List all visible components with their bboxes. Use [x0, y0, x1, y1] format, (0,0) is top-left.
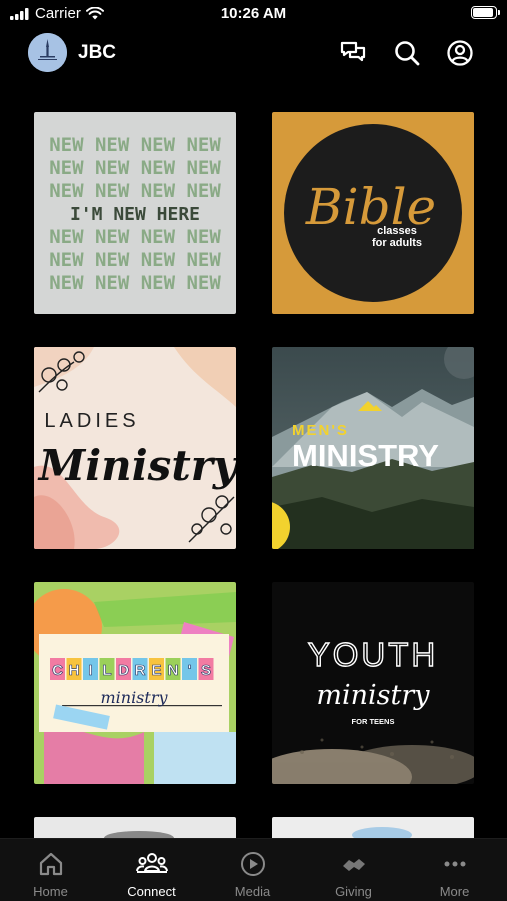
play-icon: [240, 852, 265, 876]
tab-bar: Home Connect Media Giving More: [0, 838, 507, 901]
bible-sub-line-1: classes: [377, 225, 417, 237]
tile-bible-classes[interactable]: Bible classes for adults: [272, 112, 474, 314]
mens-line-2: MINISTRY: [292, 438, 439, 473]
tile-childrens-ministry[interactable]: C H I L D R E N ' S ministry: [34, 582, 236, 784]
repeat-text-row: NEW NEW NEW NEW: [49, 249, 221, 271]
tab-media[interactable]: Media: [202, 839, 303, 901]
tile-im-new-here-art: NEW NEW NEW NEW NEW NEW NEW NEW NEW NEW …: [34, 112, 236, 314]
home-icon: [39, 852, 62, 876]
tile-youth-art: YOUTH ministry FOR TEENS: [272, 582, 474, 784]
letter-glyph: S: [201, 662, 211, 679]
tab-label: Home: [33, 884, 68, 899]
repeat-text-row: NEW NEW NEW NEW: [49, 180, 221, 202]
battery-icon: [471, 6, 500, 19]
letter-glyph: D: [118, 662, 129, 679]
letter-glyph: I: [88, 662, 92, 679]
youth-line-1: YOUTH: [308, 636, 439, 673]
tile-ladies-art: LADIES Ministry: [34, 347, 236, 549]
tile-mens-ministry[interactable]: MEN'S MINISTRY: [272, 347, 474, 549]
repeat-text-row: NEW NEW NEW NEW: [49, 157, 221, 179]
tile-childrens-art: C H I L D R E N ' S ministry: [34, 582, 236, 784]
people-icon: [135, 853, 168, 873]
letter-glyph: ': [188, 662, 192, 679]
tile-ladies-ministry[interactable]: LADIES Ministry: [34, 347, 236, 549]
church-logo-icon: [28, 33, 67, 72]
tab-more[interactable]: More: [404, 839, 505, 901]
letter-glyph: L: [102, 662, 111, 679]
letter-glyph: E: [151, 662, 161, 679]
repeat-text-row: NEW NEW NEW NEW: [49, 272, 221, 294]
status-bar: Carrier 10:26 AM: [0, 0, 507, 28]
tab-home[interactable]: Home: [0, 839, 101, 901]
repeat-text-row: NEW NEW NEW NEW: [49, 226, 221, 248]
youth-line-2: ministry: [316, 680, 430, 711]
repeat-text-row: NEW NEW NEW NEW: [49, 134, 221, 156]
tile-im-new-here[interactable]: NEW NEW NEW NEW NEW NEW NEW NEW NEW NEW …: [34, 112, 236, 314]
chat-icon[interactable]: [339, 39, 367, 67]
grid-block: [154, 732, 236, 784]
tile-mens-art: MEN'S MINISTRY: [272, 347, 474, 549]
letter-glyph: C: [52, 662, 63, 679]
tab-label: Media: [234, 884, 271, 899]
feature-text: I'M NEW HERE: [70, 204, 200, 225]
more-icon: [444, 861, 465, 867]
tab-giving[interactable]: Giving: [303, 839, 404, 901]
tab-label: Connect: [127, 884, 176, 899]
ladies-line-2: Ministry: [37, 441, 236, 490]
app-header: JBC: [0, 30, 507, 76]
ladies-line-1: LADIES: [44, 410, 139, 432]
battery-fill: [473, 8, 493, 17]
tile-bible-art: Bible classes for adults: [272, 112, 474, 314]
letter-glyph: H: [69, 662, 80, 679]
letter-glyph: N: [168, 662, 179, 679]
status-time: 10:26 AM: [220, 5, 287, 22]
childrens-subtitle: ministry: [100, 688, 168, 707]
bible-sub-line-2: for adults: [372, 237, 422, 249]
mens-line-1: MEN'S: [292, 422, 349, 439]
youth-line-3: FOR TEENS: [352, 717, 395, 726]
tab-label: More: [439, 884, 470, 899]
tile-youth-ministry[interactable]: YOUTH ministry FOR TEENS: [272, 582, 474, 784]
handshake-icon: [342, 859, 365, 871]
church-logo-avatar[interactable]: [28, 33, 67, 72]
search-icon[interactable]: [393, 39, 421, 67]
app-title: JBC: [78, 42, 117, 63]
tab-label: Giving: [335, 884, 372, 899]
letter-glyph: R: [135, 662, 146, 679]
profile-icon[interactable]: [446, 39, 474, 67]
tab-connect[interactable]: Connect: [101, 839, 202, 901]
